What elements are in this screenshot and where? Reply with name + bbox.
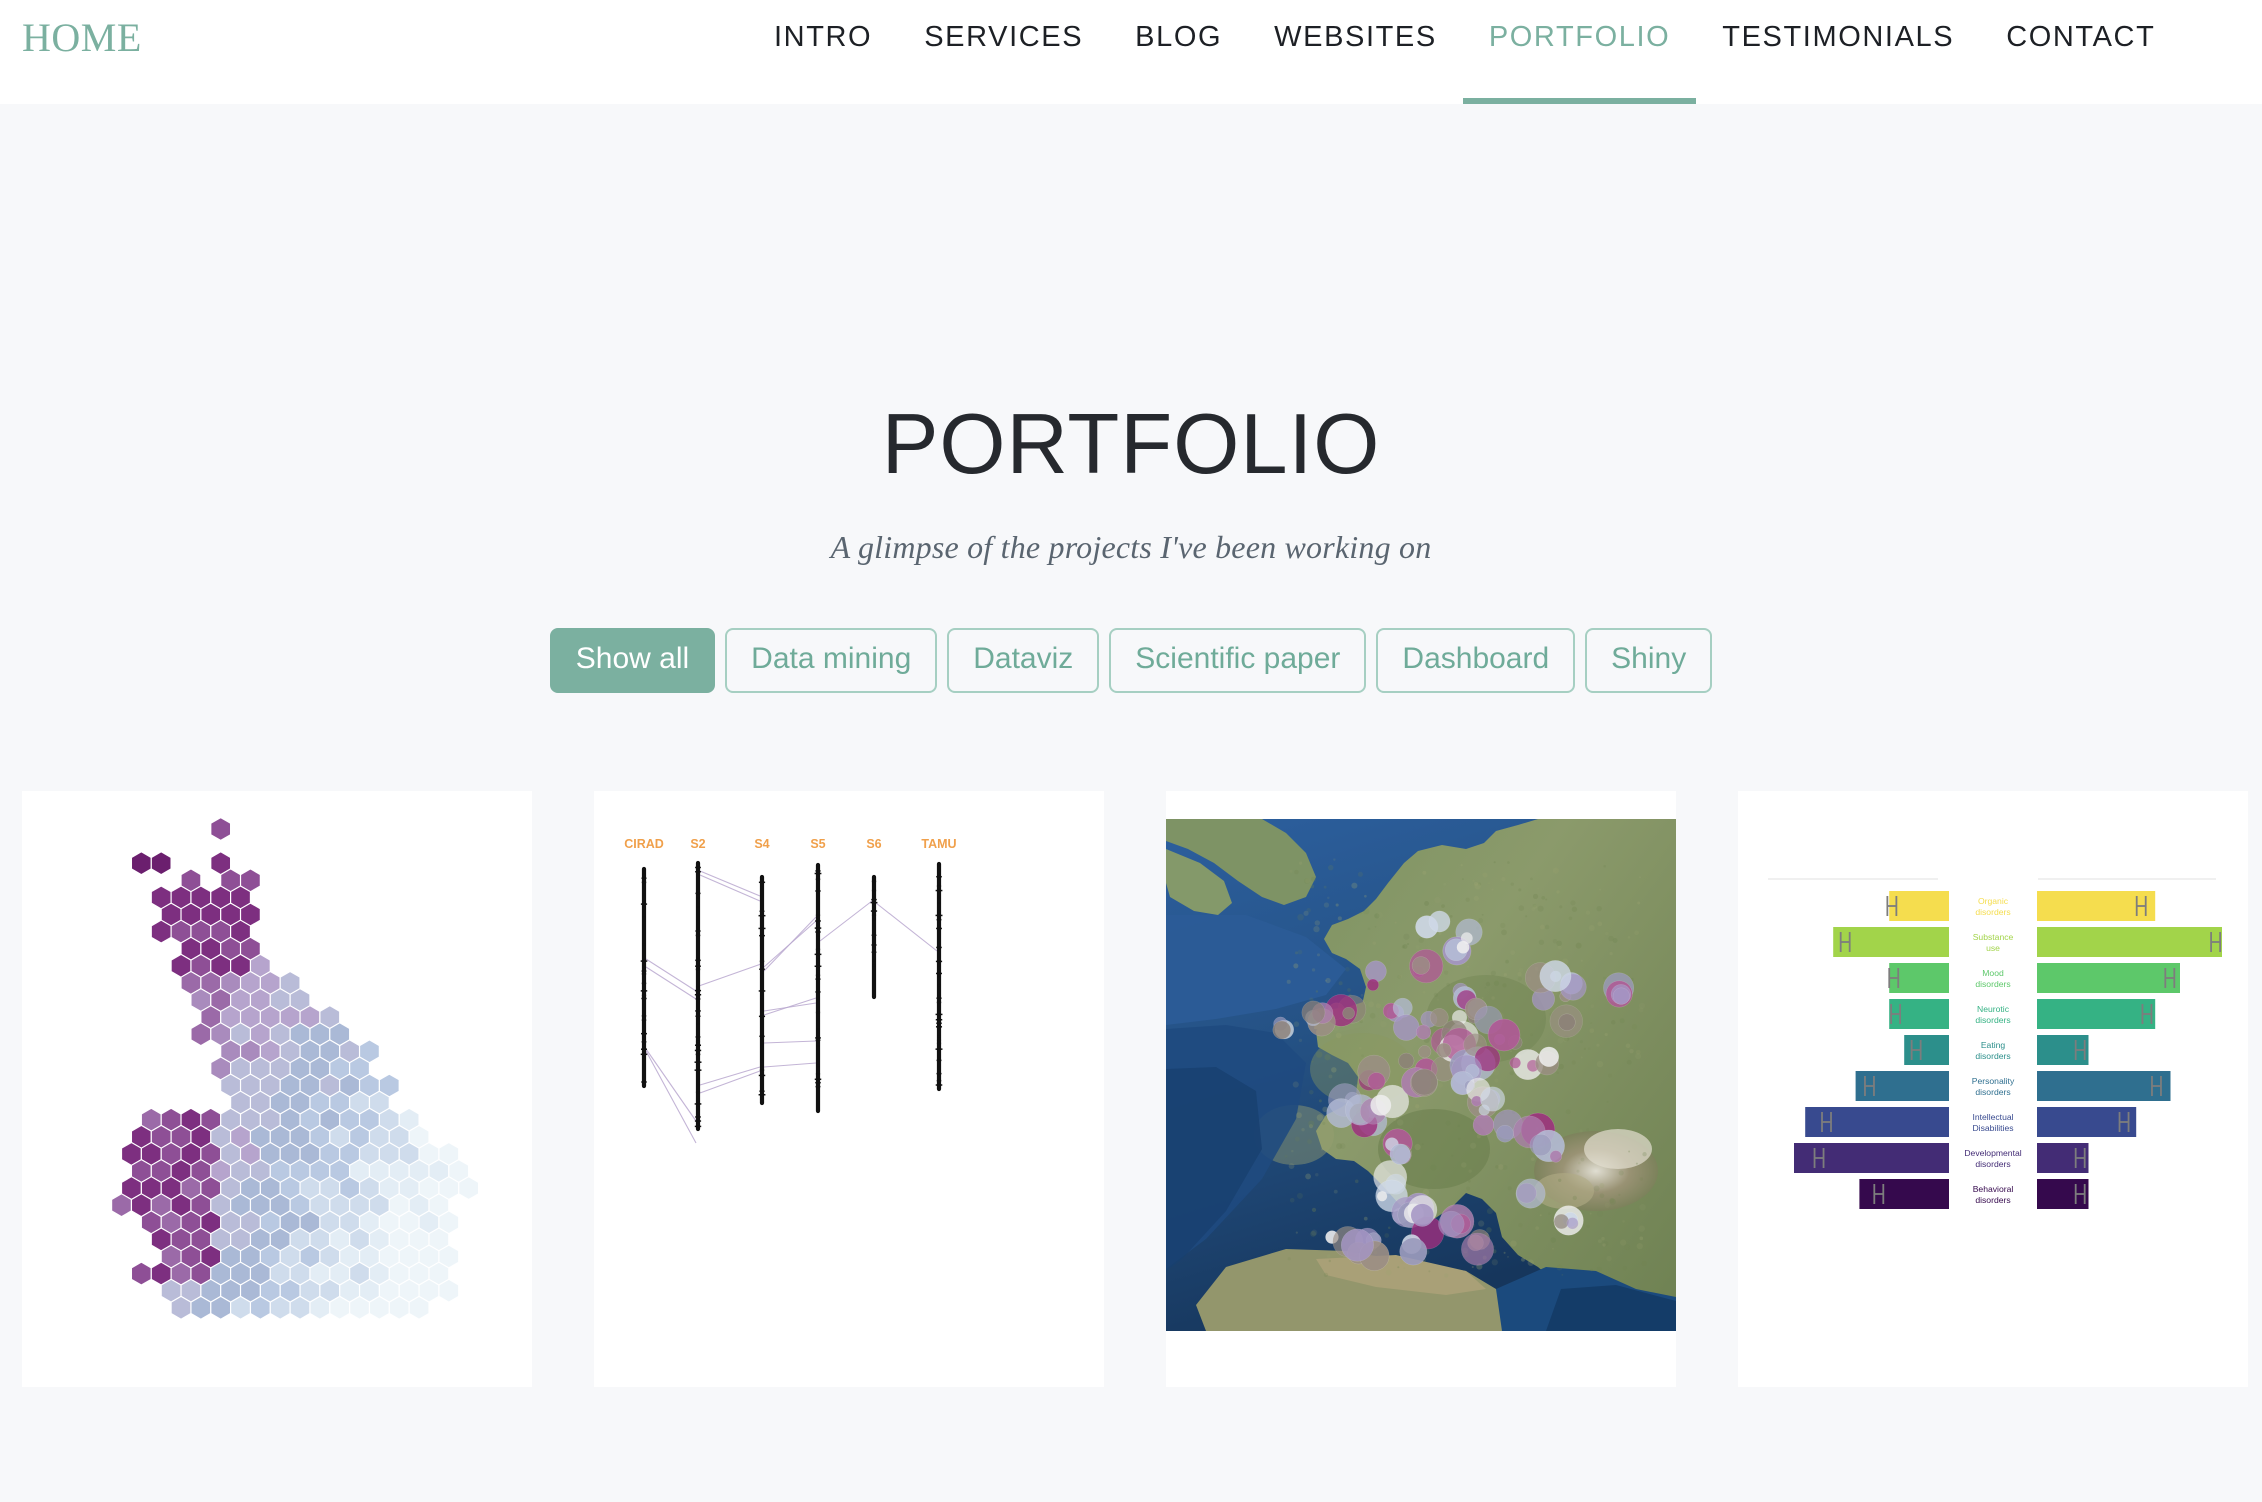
svg-text:S4: S4: [754, 837, 769, 851]
svg-text:S5: S5: [810, 837, 825, 851]
nav-item-websites[interactable]: WEBSITES: [1248, 20, 1463, 104]
nav-item-blog[interactable]: BLOG: [1109, 20, 1248, 104]
svg-text:Substance: Substance: [1973, 932, 2014, 942]
diverging-bar-chart-svg: OrganicdisordersSubstanceuseMooddisorder…: [1768, 878, 2222, 1209]
hexbin-map-chart: [22, 791, 532, 1387]
parallel-coordinates-svg: CIRAD S2 S4 S5 S6 TAMU: [624, 837, 957, 1143]
svg-text:disorders: disorders: [1975, 907, 2010, 917]
nav-item-portfolio[interactable]: PORTFOLIO: [1462, 20, 1697, 104]
svg-text:disorders: disorders: [1975, 1195, 2010, 1205]
svg-text:disorders: disorders: [1975, 1015, 2010, 1025]
satellite-bubble-map-chart: [1166, 818, 1676, 1331]
svg-text:TAMU: TAMU: [921, 837, 956, 851]
portfolio-grid: CIRAD S2 S4 S5 S6 TAMU Organic disorders…: [0, 790, 2262, 1387]
primary-nav: INTRO SERVICES BLOG WEBSITES PORTFOLIO T…: [748, 20, 2181, 104]
filter-dashboard-button[interactable]: Dashboard: [1376, 628, 1576, 693]
portfolio-card-satellite-map[interactable]: [1166, 790, 1676, 1387]
nav-item-contact[interactable]: CONTACT: [1980, 20, 2181, 104]
svg-text:disorders: disorders: [1975, 979, 2010, 989]
hexbin-map-svg: [111, 816, 480, 1320]
svg-text:disorders: disorders: [1975, 1159, 2010, 1169]
filter-show-all-button[interactable]: Show all: [549, 628, 716, 693]
svg-text:S2: S2: [690, 837, 705, 851]
svg-text:CIRAD: CIRAD: [624, 837, 664, 851]
portfolio-card-diverging-bars[interactable]: Organic disorders Substance use Mood disorder…: [1738, 790, 2248, 1387]
nav-item-services[interactable]: SERVICES: [898, 20, 1109, 104]
page-title: PORTFOLIO: [881, 397, 1381, 492]
svg-text:Eating: Eating: [1981, 1040, 2006, 1050]
brand-home-link[interactable]: HOME: [22, 18, 142, 58]
filter-shiny-button[interactable]: Shiny: [1585, 628, 1713, 693]
parallel-coordinates-chart: CIRAD S2 S4 S5 S6 TAMU: [594, 791, 1104, 1387]
nav-item-testimonials[interactable]: TESTIMONIALS: [1696, 20, 1980, 104]
svg-text:disorders: disorders: [1975, 1087, 2010, 1097]
filter-data-mining-button[interactable]: Data mining: [725, 628, 938, 693]
portfolio-filter-bar: Show all Data mining Dataviz Scientific …: [0, 628, 2262, 693]
svg-text:Neurotic: Neurotic: [1977, 1004, 2010, 1014]
svg-text:Intellectual: Intellectual: [1972, 1112, 2013, 1122]
svg-text:Developmental: Developmental: [1964, 1148, 2021, 1158]
svg-text:Disabilities: Disabilities: [1972, 1123, 2013, 1133]
filter-dataviz-button[interactable]: Dataviz: [947, 628, 1100, 693]
filter-scientific-paper-button[interactable]: Scientific paper: [1109, 628, 1367, 693]
svg-text:Organic: Organic: [1978, 896, 2009, 906]
top-navbar: HOME INTRO SERVICES BLOG WEBSITES PORTFO…: [0, 0, 2262, 104]
page-header: PORTFOLIO A glimpse of the projects I've…: [0, 104, 2262, 566]
nav-item-intro[interactable]: INTRO: [748, 20, 898, 104]
svg-text:S6: S6: [866, 837, 881, 851]
portfolio-card-parallel-coordinates[interactable]: CIRAD S2 S4 S5 S6 TAMU: [594, 790, 1104, 1387]
satellite-bubble-map-svg: [1166, 818, 1676, 1331]
svg-text:use: use: [1986, 943, 2000, 953]
svg-text:Behavioral: Behavioral: [1973, 1184, 2014, 1194]
page-subtitle: A glimpse of the projects I've been work…: [830, 529, 1432, 565]
svg-text:Mood: Mood: [1982, 968, 2004, 978]
portfolio-card-hexbin-map[interactable]: [22, 790, 532, 1387]
svg-text:disorders: disorders: [1975, 1051, 2010, 1061]
diverging-bar-chart: Organic disorders Substance use Mood disorder…: [1738, 791, 2248, 1387]
svg-text:Personality: Personality: [1972, 1076, 2015, 1086]
